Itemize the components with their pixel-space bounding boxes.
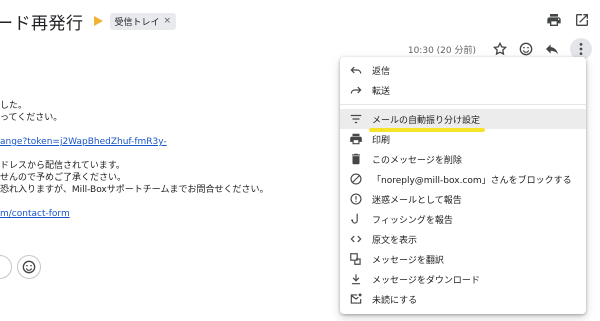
menu-item-mark-unread[interactable]: 未読にする: [340, 289, 586, 309]
menu-item-show-original[interactable]: 原文を表示: [340, 229, 586, 249]
body-line: 恐れ入りますが、Mill-Boxサポートチームまでお問合せください。: [0, 185, 269, 195]
menu-item-label: メッセージを翻訳: [372, 255, 444, 266]
menu-item-label: メッセージをダウンロード: [372, 275, 480, 286]
phishing-icon: [349, 212, 363, 226]
menu-item-label: 未読にする: [372, 295, 418, 306]
menu-item-download[interactable]: メッセージをダウンロード: [340, 269, 586, 289]
menu-item-label: 原文を表示: [372, 235, 418, 246]
reply-chip-button[interactable]: [0, 255, 12, 279]
remove-label-icon[interactable]: ×: [164, 16, 172, 26]
menu-item-block-sender[interactable]: 「noreply@mill-box.com」さんをブロックする: [340, 169, 586, 189]
block-icon: [349, 172, 363, 186]
spam-icon: [349, 192, 363, 206]
message-body: した。 ってください。 ange?token=j2WapBhedZhuf-fmR…: [0, 100, 268, 220]
menu-item-report-phishing[interactable]: フィッシングを報告: [340, 209, 586, 229]
email-subject: ード再発行: [0, 13, 84, 34]
star-icon[interactable]: [492, 41, 508, 57]
more-options-menu: 返信 転送 メールの自動振り分け設定 印刷 このメッセージを削除 「norepl…: [340, 57, 586, 314]
trash-icon: [349, 152, 363, 166]
print-icon: [349, 132, 363, 146]
inbox-label-text: 受信トレイ: [114, 17, 160, 28]
menu-divider: [340, 104, 586, 105]
subject-row: ード再発行 受信トレイ ×: [0, 8, 177, 34]
menu-item-label: このメッセージを削除: [372, 155, 462, 166]
open-in-new-window-icon[interactable]: [574, 12, 590, 28]
add-reaction-button[interactable]: [17, 255, 41, 279]
menu-item-label: 返信: [372, 66, 391, 77]
menu-item-translate[interactable]: メッセージを翻訳: [340, 249, 586, 269]
emoji-icon: [21, 259, 37, 275]
body-line: せんので予めご了承ください。: [0, 173, 127, 183]
menu-item-delete[interactable]: このメッセージを削除: [340, 149, 586, 169]
menu-item-filter-messages[interactable]: メールの自動振り分け設定: [340, 109, 586, 132]
menu-item-label: 「noreply@mill-box.com」さんをブロックする: [372, 175, 572, 186]
menu-item-label: 迷惑メールとして報告: [372, 195, 462, 206]
menu-item-forward[interactable]: 転送: [340, 80, 586, 100]
reply-icon[interactable]: [544, 41, 560, 57]
importance-marker-icon[interactable]: [93, 16, 103, 26]
body-line: した。: [0, 101, 28, 111]
reply-icon: [349, 63, 363, 77]
body-line: ドレスから配信されています。: [0, 161, 125, 171]
message-time: 10:30 (20 分前): [407, 45, 476, 56]
menu-item-reply[interactable]: 返信: [340, 60, 586, 80]
translate-icon: [349, 252, 363, 266]
code-icon: [349, 232, 363, 246]
mark-unread-icon: [349, 292, 363, 306]
more-vert-icon: [573, 41, 589, 57]
contact-form-link[interactable]: m/contact-form: [0, 208, 268, 220]
menu-item-print[interactable]: 印刷: [340, 129, 586, 149]
menu-item-label: メールの自動振り分け設定: [372, 115, 481, 126]
menu-item-report-spam[interactable]: 迷惑メールとして報告: [340, 189, 586, 209]
reset-link[interactable]: ange?token=j2WapBhedZhuf-fmR3y-: [0, 136, 268, 148]
menu-item-label: フィッシングを報告: [372, 215, 453, 226]
emoji-reaction-icon[interactable]: [518, 41, 534, 57]
inbox-label-chip[interactable]: 受信トレイ ×: [109, 12, 177, 30]
menu-item-label: 印刷: [372, 135, 391, 146]
header-actions: [546, 12, 590, 28]
forward-icon: [349, 83, 363, 97]
print-all-icon[interactable]: [546, 12, 562, 28]
filter-icon: [349, 112, 363, 126]
body-line: ってください。: [0, 113, 63, 123]
download-icon: [349, 272, 363, 286]
menu-item-label: 転送: [372, 86, 391, 97]
